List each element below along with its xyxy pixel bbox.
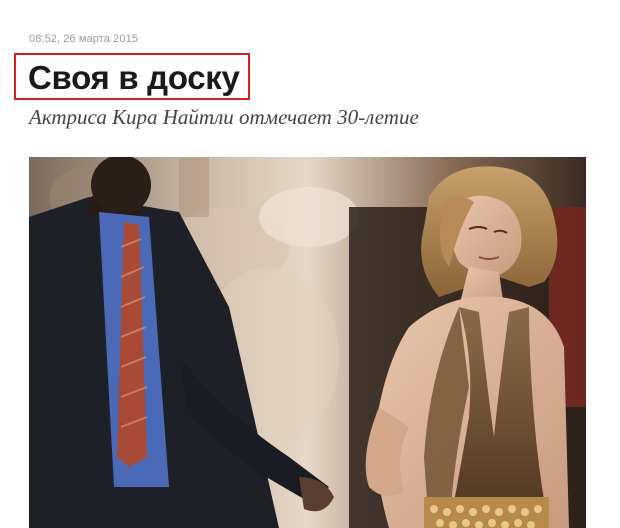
photo-illustration bbox=[29, 157, 586, 528]
article-headline[interactable]: Своя в доску bbox=[28, 58, 240, 98]
article-subtitle: Актриса Кира Найтли отмечает 30-летие bbox=[29, 105, 419, 129]
article-page: 08:52, 26 марта 2015 Своя в доску Актрис… bbox=[0, 0, 620, 528]
article-photo[interactable] bbox=[29, 157, 586, 528]
article-timestamp: 08:52, 26 марта 2015 bbox=[29, 33, 139, 45]
